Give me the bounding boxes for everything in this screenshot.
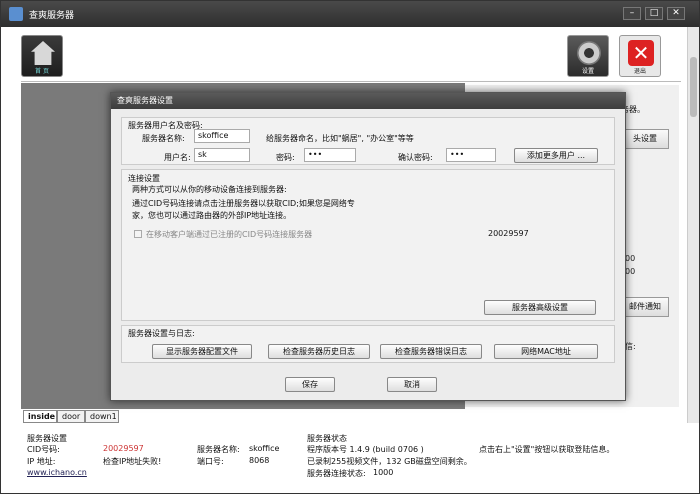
- maximize-button[interactable]: □: [645, 7, 663, 20]
- log-group-title: 服务器设置与日志:: [128, 329, 195, 338]
- ip-label: IP 地址:: [27, 457, 56, 466]
- password-field[interactable]: •••: [304, 148, 356, 162]
- mac-address-button[interactable]: 网络MAC地址: [494, 344, 598, 359]
- add-users-button[interactable]: 添加更多用户 ...: [514, 148, 598, 163]
- server-settings-heading: 服务器设置: [27, 434, 67, 443]
- right-pane-value: 00: [625, 254, 636, 263]
- confirm-password-label: 确认密码:: [398, 153, 433, 162]
- connection-group-title: 连接设置: [128, 174, 160, 183]
- scrollbar-thumb[interactable]: [690, 57, 697, 117]
- tab-inside[interactable]: inside: [23, 410, 57, 423]
- user-group-title: 服务器用户名及密码:: [128, 121, 203, 130]
- server-name-field[interactable]: skoffice: [194, 129, 250, 143]
- title-bar: 查爽服务器 – □ ✕: [1, 1, 699, 27]
- version-text: 程序版本号 1.4.9 (build 0706 ): [307, 445, 424, 454]
- close-icon: ✕: [628, 40, 654, 66]
- settings-hint: 点击右上"设置"按钮以获取登陆信息。: [479, 445, 615, 454]
- window-title: 查爽服务器: [29, 11, 75, 21]
- save-button[interactable]: 保存: [285, 377, 335, 392]
- error-log-button[interactable]: 检查服务器错误日志: [380, 344, 482, 359]
- connection-desc: 两种方式可以从你的移动设备连接到服务器:: [132, 185, 287, 194]
- show-config-button[interactable]: 显示服务器配置文件: [152, 344, 252, 359]
- settings-button[interactable]: 设置: [567, 35, 609, 77]
- cid-value: 20029597: [103, 444, 144, 453]
- right-pane-info: 信:: [625, 342, 636, 351]
- email-notify-button[interactable]: 邮件通知: [621, 297, 669, 317]
- cancel-button[interactable]: 取消: [387, 377, 437, 392]
- home-label: 首 页: [35, 68, 49, 75]
- home-button[interactable]: 首 页: [21, 35, 63, 77]
- connection-desc: 家，您也可以通过路由器的外部IP地址连接。: [132, 211, 292, 220]
- server-settings-dialog: 查爽服务器设置 服务器用户名及密码: 服务器名称: skoffice 给服务器命…: [110, 92, 626, 401]
- dialog-cid-value: 20029597: [488, 229, 529, 238]
- settings-label: 设置: [581, 68, 594, 75]
- vertical-scrollbar[interactable]: [687, 27, 699, 423]
- ip-value: 检查IP地址失败!: [103, 457, 162, 466]
- tab-door[interactable]: door: [57, 410, 85, 423]
- connection-group: 连接设置 两种方式可以从你的移动设备连接到服务器: 通过CID号码连接请点击注册…: [121, 169, 615, 321]
- connection-desc: 通过CID号码连接请点击注册服务器以获取CID;如果您是网络专: [132, 199, 355, 208]
- gear-icon: [577, 41, 601, 65]
- toolbar-divider: [21, 81, 681, 82]
- connection-status-value: 1000: [373, 468, 394, 477]
- dialog-title: 查爽服务器设置: [111, 93, 625, 109]
- port-value: 8068: [249, 456, 270, 465]
- exit-button[interactable]: ✕ 退出: [619, 35, 661, 77]
- history-log-button[interactable]: 检查服务器历史日志: [268, 344, 370, 359]
- cid-label: CID号码:: [27, 445, 60, 454]
- server-name-label: 服务器名称:: [142, 134, 185, 143]
- window-close-button[interactable]: ✕: [667, 7, 685, 20]
- confirm-password-field[interactable]: •••: [446, 148, 496, 162]
- server-name-label: 服务器名称:: [197, 445, 240, 454]
- camera-settings-button[interactable]: 头设置: [621, 129, 669, 149]
- cid-connect-checkbox[interactable]: [134, 230, 142, 238]
- server-status-heading: 服务器状态: [307, 434, 347, 443]
- user-group: 服务器用户名及密码: 服务器名称: skoffice 给服务器命名，比如"蜗居"…: [121, 117, 615, 165]
- recorded-text: 已录制255视频文件，132 GB磁盘空间剩余。: [307, 457, 472, 466]
- minimize-button[interactable]: –: [623, 7, 641, 20]
- cid-connect-label: 在移动客户端通过已注册的CID号码连接服务器: [146, 230, 313, 239]
- server-name-hint: 给服务器命名，比如"蜗居", "办公室"等等: [266, 134, 414, 143]
- advanced-settings-button[interactable]: 服务器高级设置: [484, 300, 596, 315]
- password-label: 密码:: [276, 153, 295, 162]
- right-pane-value: 00: [625, 267, 636, 276]
- username-label: 用户名:: [164, 153, 191, 162]
- username-field[interactable]: sk: [194, 148, 250, 162]
- connection-status-label: 服务器连接状态:: [307, 469, 366, 478]
- exit-label: 退出: [633, 68, 646, 75]
- main-window: 查爽服务器 – □ ✕ 首 页 设置 ✕ 退出 务器。 头设置 00 00 邮件…: [0, 0, 700, 494]
- server-name-value: skoffice: [249, 444, 280, 453]
- tab-down1[interactable]: down1: [85, 410, 119, 423]
- app-icon: [9, 7, 23, 21]
- port-label: 端口号:: [197, 457, 224, 466]
- website-link[interactable]: www.ichano.cn: [27, 468, 87, 477]
- home-icon: [31, 41, 55, 65]
- log-group: 服务器设置与日志: 显示服务器配置文件 检查服务器历史日志 检查服务器错误日志 …: [121, 325, 615, 363]
